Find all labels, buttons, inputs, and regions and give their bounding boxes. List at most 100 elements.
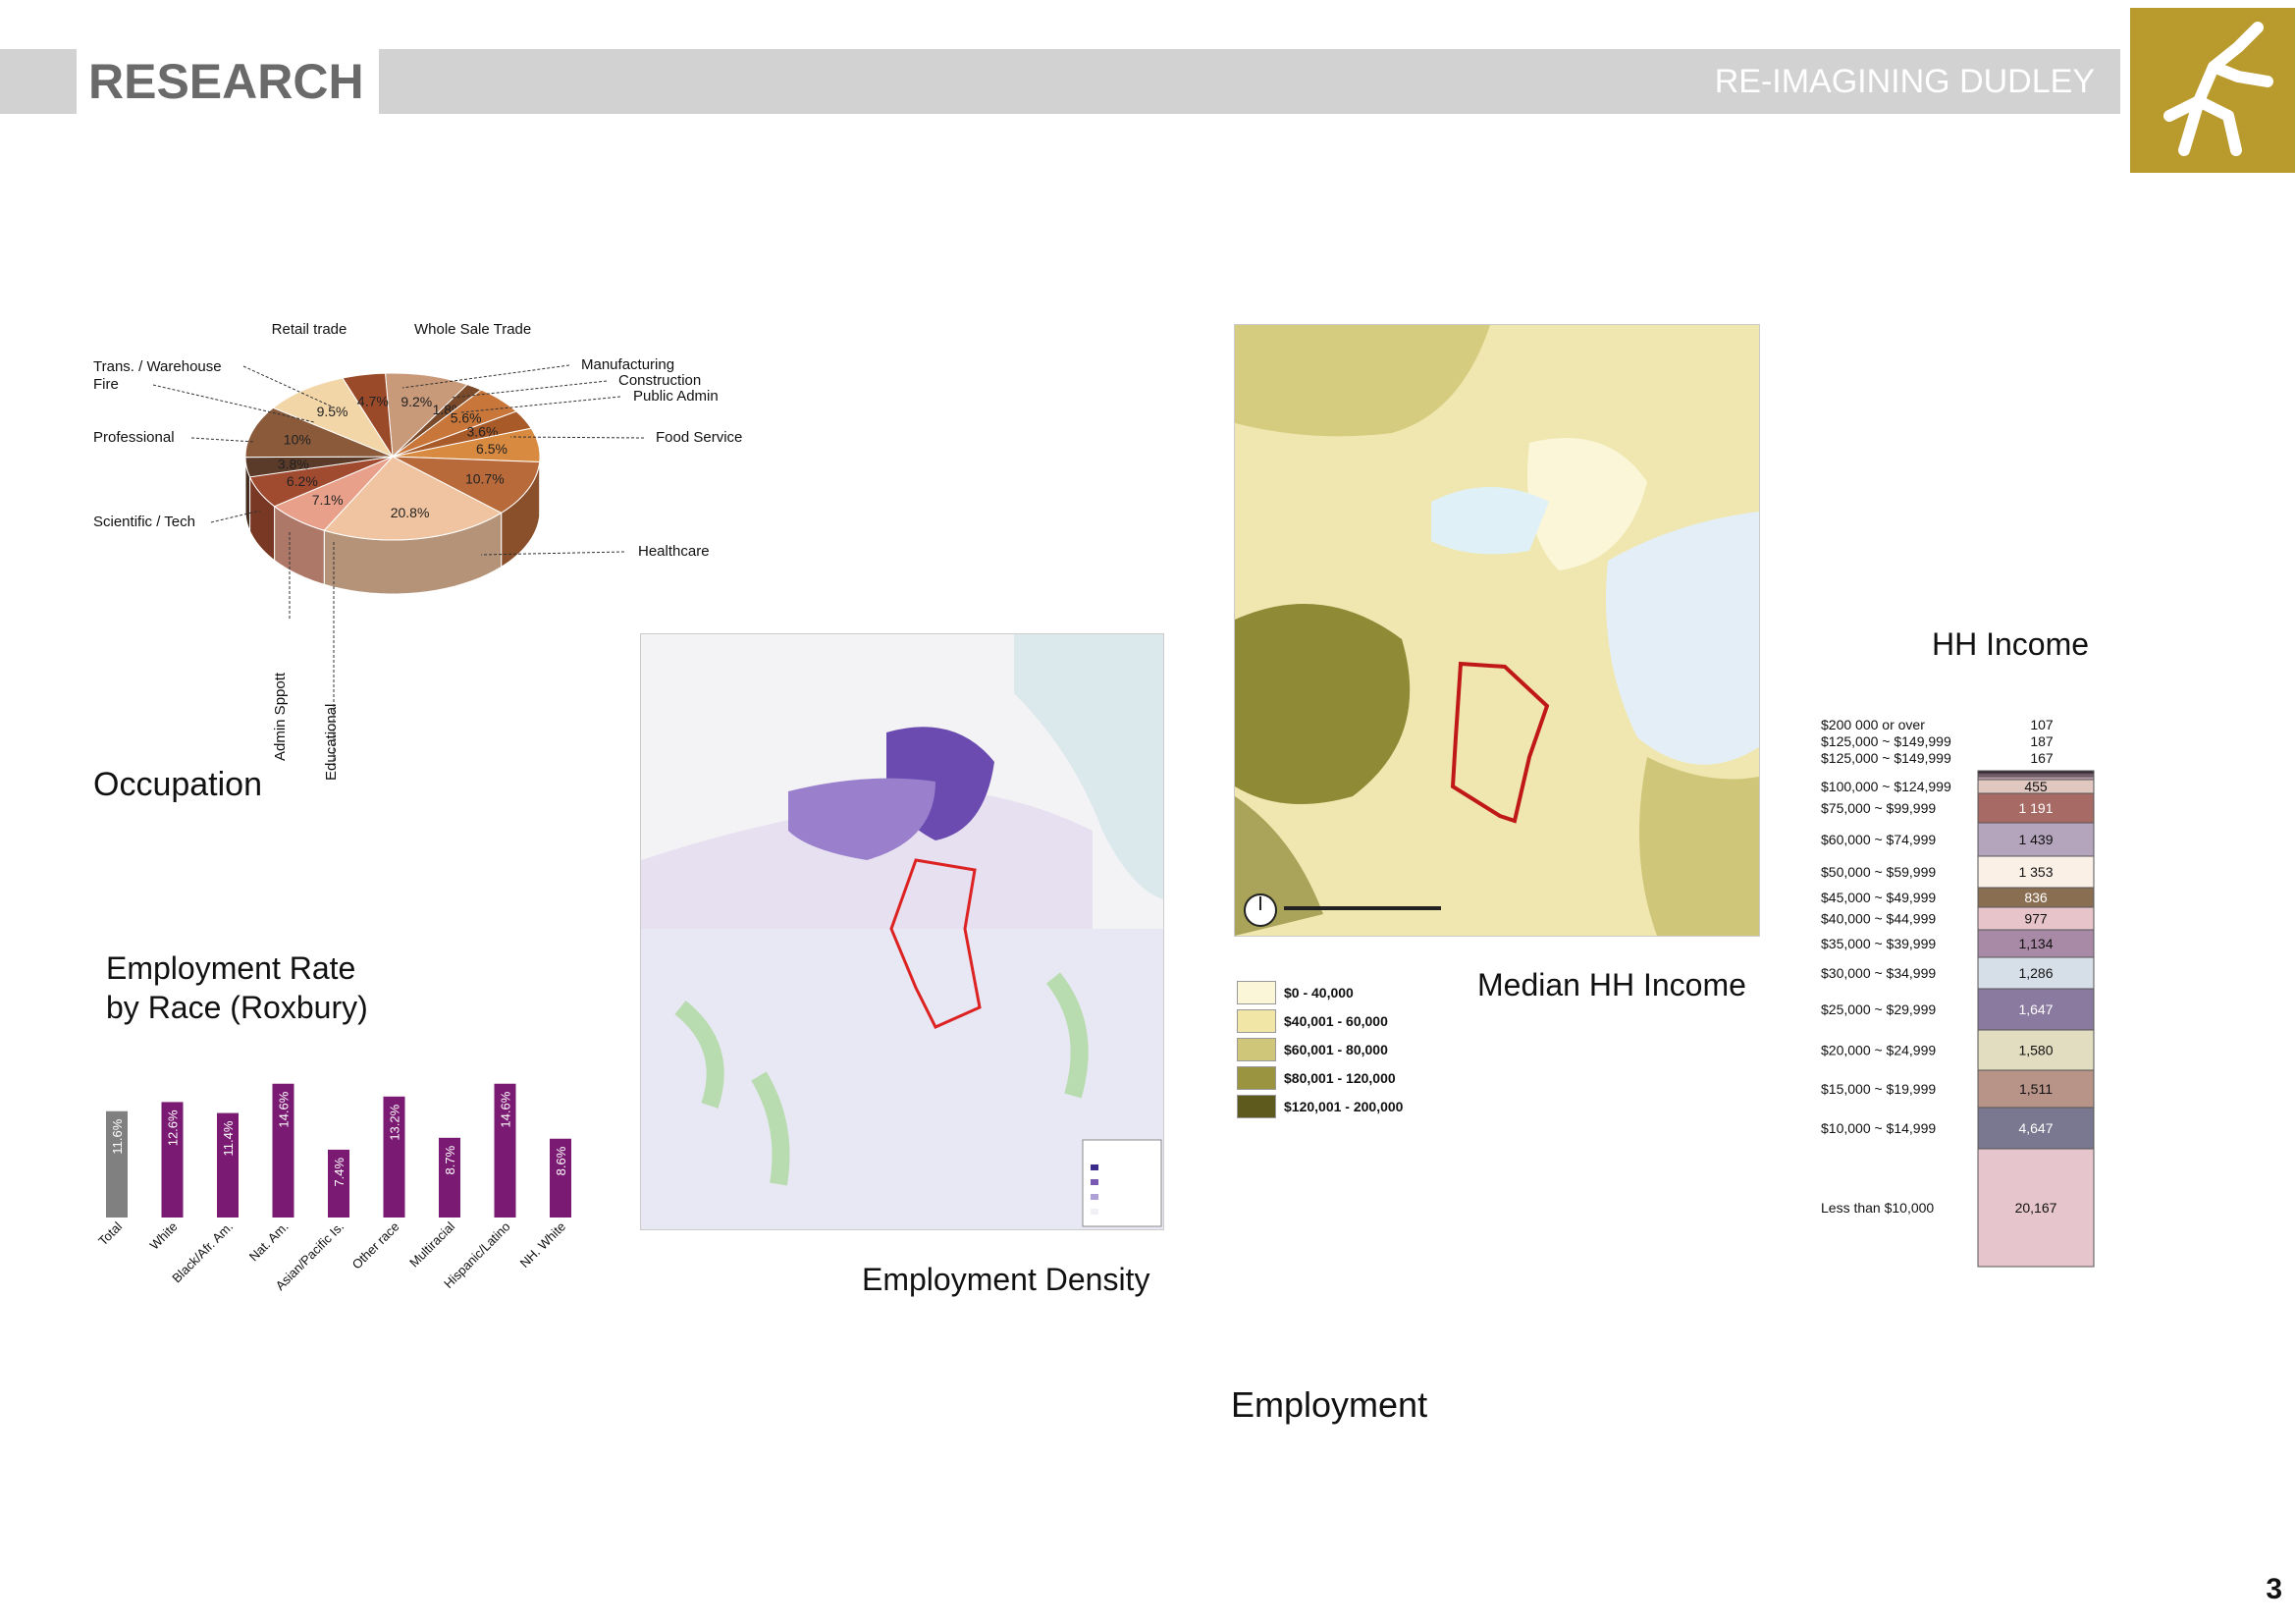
- pie-value-label: 9.2%: [400, 394, 432, 409]
- occupation-title: Occupation: [93, 766, 262, 803]
- median-income-map: [1234, 324, 1760, 937]
- pie-callout-label: Whole Sale Trade: [414, 321, 531, 338]
- employment-rate-bar-chart: 11.6%Total12.6%White11.4%Black/Afr. Am.1…: [95, 1083, 571, 1293]
- pie-callout-label: Fire: [93, 376, 119, 393]
- pie-callout-label: Admin Sppott: [272, 672, 289, 761]
- legend-item: $60,001 - 80,000: [1237, 1035, 1403, 1063]
- pie-value-label: 7.1%: [312, 492, 344, 508]
- employment-title: Employment: [1231, 1384, 1428, 1425]
- pie-callout-label: Professional: [93, 429, 175, 446]
- race-bar-value: 13.2%: [388, 1104, 402, 1140]
- pie-value-label: 9.5%: [317, 404, 348, 419]
- employment-rate-title-line1: Employment Rate: [106, 950, 356, 986]
- legend-swatch: [1237, 1094, 1276, 1118]
- legend-item: $120,001 - 200,000: [1237, 1092, 1403, 1120]
- legend-swatch: [1237, 1065, 1276, 1090]
- income-range-label: $30,000 ~ $34,999: [1821, 965, 1936, 981]
- income-value-label: 455: [2024, 779, 2048, 794]
- pie-value-label: 20.8%: [391, 505, 430, 520]
- income-value-label: 1 191: [2018, 800, 2053, 816]
- race-bar-value: 8.7%: [443, 1145, 457, 1174]
- income-range-label: $50,000 ~ $59,999: [1821, 864, 1936, 880]
- pie-value-label: 10.7%: [465, 471, 505, 487]
- pie-value-label: 6.5%: [476, 441, 507, 457]
- income-range-label: $60,000 ~ $74,999: [1821, 832, 1936, 847]
- legend-item: $0 - 40,000: [1237, 978, 1403, 1006]
- pie-value-label: 4.7%: [357, 393, 389, 408]
- pie-callout-label: Public Admin: [633, 388, 719, 405]
- hh-income-chart: $200 000 or over 107 $125,000 ~ $149,999 18…: [1821, 717, 2095, 1268]
- pie-callout-label: Construction: [618, 372, 701, 389]
- page-title: RESEARCH: [88, 54, 364, 109]
- employment-density-title: Employment Density: [862, 1262, 1150, 1297]
- pie-callout-label: Retail trade: [272, 321, 347, 338]
- race-category-label: Other race: [349, 1219, 402, 1272]
- income-value-label: 1,511: [2019, 1081, 2053, 1097]
- callout-leader-line: [190, 437, 256, 443]
- income-value-label: 1 439: [2018, 832, 2053, 847]
- pie-callout-label: Educational: [323, 704, 340, 781]
- income-value-label: 1,286: [2018, 965, 2053, 981]
- pie-callout-label: Healthcare: [638, 543, 710, 560]
- income-range-label: $45,000 ~ $49,999: [1821, 890, 1936, 905]
- legend-swatch: [1237, 1008, 1276, 1033]
- income-range-label: $125,000 ~ $149,999: [1821, 750, 1951, 766]
- pie-callout-label: Trans. / Warehouse: [93, 358, 222, 375]
- pie-value-label: 10%: [284, 431, 311, 447]
- race-category-label: Nat. Am.: [246, 1219, 292, 1265]
- income-range-label: $15,000 ~ $19,999: [1821, 1081, 1936, 1097]
- income-value-label: 20,167: [2015, 1200, 2057, 1216]
- race-bar-value: 8.6%: [554, 1146, 568, 1175]
- race-category-label: Total: [95, 1218, 125, 1248]
- income-value-label: 107: [2030, 717, 2054, 732]
- pie-value-label: 6.2%: [287, 473, 318, 489]
- race-bar-value: 14.6%: [277, 1091, 292, 1127]
- header-left-block: [0, 49, 77, 114]
- income-range-label: $125,000 ~ $149,999: [1821, 733, 1951, 749]
- income-value-label: 1,134: [2018, 936, 2053, 951]
- employment-density-map: [640, 633, 1164, 1230]
- legend-label: $40,001 - 60,000: [1284, 1012, 1388, 1029]
- race-bar-value: 7.4%: [332, 1158, 347, 1187]
- median-income-title: Median HH Income: [1477, 967, 1746, 1002]
- income-range-label: $75,000 ~ $99,999: [1821, 800, 1936, 816]
- race-bar-value: 14.6%: [499, 1091, 513, 1127]
- hh-income-title: HH Income: [1932, 626, 2090, 662]
- income-range-label: $25,000 ~ $29,999: [1821, 1001, 1936, 1017]
- race-category-label: NH. White: [517, 1219, 568, 1271]
- employment-rate-title-line2: by Race (Roxbury): [106, 990, 368, 1025]
- income-range-label: Less than $10,000: [1821, 1200, 1934, 1216]
- income-range-label: $20,000 ~ $24,999: [1821, 1043, 1936, 1058]
- income-range-label: $40,000 ~ $44,999: [1821, 911, 1936, 927]
- legend-label: $0 - 40,000: [1284, 984, 1354, 1001]
- pie-callout-label: Food Service: [656, 429, 742, 446]
- project-title: RE-IMAGINING DUDLEY: [1714, 63, 2095, 100]
- page-number: 3: [2266, 1573, 2282, 1605]
- race-bar-value: 12.6%: [166, 1110, 181, 1146]
- income-value-label: 4,647: [2018, 1120, 2053, 1136]
- income-value-label: 836: [2024, 890, 2048, 905]
- pie-callout-label: Manufacturing: [581, 356, 674, 373]
- income-value-label: 1 353: [2018, 864, 2053, 880]
- race-bar-value: 11.6%: [110, 1118, 125, 1154]
- legend-label: $80,001 - 120,000: [1284, 1069, 1396, 1086]
- legend-item: $40,001 - 60,000: [1237, 1006, 1403, 1035]
- income-value-label: 1,580: [2018, 1043, 2053, 1058]
- race-category-label: White: [147, 1219, 181, 1253]
- race-category-label: Multiracial: [406, 1218, 457, 1270]
- legend-label: $120,001 - 200,000: [1284, 1098, 1404, 1114]
- legend-item: $80,001 - 120,000: [1237, 1063, 1403, 1092]
- income-range-label: $100,000 ~ $124,999: [1821, 779, 1951, 794]
- legend-swatch: [1237, 980, 1276, 1004]
- pie-callout-label: Scientific / Tech: [93, 514, 195, 530]
- income-range-label: $200 000 or over: [1821, 717, 1925, 732]
- income-value-label: 167: [2030, 750, 2054, 766]
- pie-value-label: 3.8%: [278, 456, 309, 471]
- income-value-label: 187: [2030, 733, 2054, 749]
- logo-icon: [2130, 8, 2295, 173]
- income-value-label: 977: [2024, 911, 2048, 927]
- income-range-label: $10,000 ~ $14,999: [1821, 1120, 1936, 1136]
- income-value-label: 1,647: [2018, 1001, 2053, 1017]
- legend-swatch: [1237, 1037, 1276, 1061]
- race-bar-value: 11.4%: [221, 1120, 236, 1156]
